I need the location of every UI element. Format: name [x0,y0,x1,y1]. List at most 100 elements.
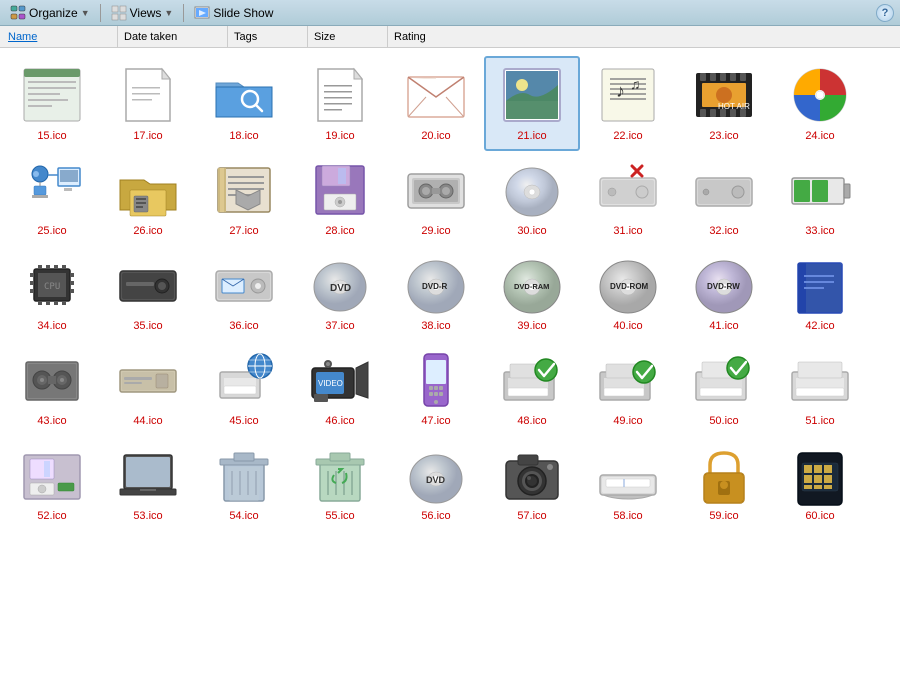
file-label-51: 51.ico [805,415,834,428]
file-item[interactable]: DVD 56.ico [388,436,484,531]
file-label-40: 40.ico [613,320,642,333]
file-icon-40: DVD-ROM [593,253,663,318]
file-icon-54 [209,443,279,508]
file-item[interactable]: 44.ico [100,341,196,436]
col-name[interactable]: Name [8,26,118,47]
file-label-58: 58.ico [613,510,642,523]
file-icon-20 [401,63,471,128]
file-item[interactable]: CPU 34.ico [4,246,100,341]
file-item[interactable]: 24.ico [772,56,868,151]
file-item[interactable]: 48.ico [484,341,580,436]
file-item[interactable]: ♪ ♫ 22.ico [580,56,676,151]
file-item[interactable]: 25.ico [4,151,100,246]
file-item[interactable]: 36.ico [196,246,292,341]
file-item[interactable]: 59.ico [676,436,772,531]
file-item[interactable]: 50.ico [676,341,772,436]
file-icon-24 [785,63,855,128]
file-item[interactable]: 29.ico [388,151,484,246]
file-label-54: 54.ico [229,510,258,523]
slideshow-button[interactable]: Slide Show [190,3,277,23]
file-item[interactable]: DVD-RAM 39.ico [484,246,580,341]
file-item[interactable]: 28.ico [292,151,388,246]
file-item[interactable]: HOT AIR 23.ico [676,56,772,151]
content-area: 15.ico 17.ico 18.ico 19.ico 20.ico [0,48,900,675]
file-item[interactable]: 19.ico [292,56,388,151]
file-label-20: 20.ico [421,130,450,143]
slideshow-label: Slide Show [213,6,273,20]
file-icon-56: DVD [401,443,471,508]
col-size[interactable]: Size [308,26,388,47]
file-item[interactable]: 53.ico [100,436,196,531]
file-item[interactable]: 26.ico [100,151,196,246]
file-item[interactable]: 54.ico [196,436,292,531]
file-item[interactable]: 52.ico [4,436,100,531]
file-icon-15 [17,63,87,128]
file-item[interactable]: 20.ico [388,56,484,151]
file-icon-44 [113,348,183,413]
file-item[interactable]: VIDEO 46.ico [292,341,388,436]
file-label-33: 33.ico [805,225,834,238]
file-item[interactable]: 21.ico [484,56,580,151]
file-item[interactable]: 51.ico [772,341,868,436]
file-item[interactable]: 32.ico [676,151,772,246]
file-item[interactable]: 58.ico [580,436,676,531]
file-icon-29 [401,158,471,223]
file-label-57: 57.ico [517,510,546,523]
help-button[interactable]: ? [876,4,894,22]
file-label-55: 55.ico [325,510,354,523]
file-icon-53 [113,443,183,508]
file-label-48: 48.ico [517,415,546,428]
organize-arrow: ▼ [81,8,90,18]
svg-text:♫: ♫ [630,78,641,93]
svg-text:DVD-ROM: DVD-ROM [610,282,649,291]
file-item[interactable]: 49.ico [580,341,676,436]
file-label-17: 17.ico [133,130,162,143]
file-label-37: 37.ico [325,320,354,333]
file-item[interactable]: 45.ico [196,341,292,436]
col-date[interactable]: Date taken [118,26,228,47]
file-label-45: 45.ico [229,415,258,428]
file-label-41: 41.ico [709,320,738,333]
file-item[interactable]: DVD-R 38.ico [388,246,484,341]
divider-1 [100,4,101,22]
svg-text:DVD-R: DVD-R [422,282,448,291]
file-icon-28 [305,158,375,223]
file-item[interactable]: 43.ico [4,341,100,436]
file-item[interactable]: 27.ico [196,151,292,246]
file-label-44: 44.ico [133,415,162,428]
file-icon-43 [17,348,87,413]
file-item[interactable]: DVD-RW 41.ico [676,246,772,341]
file-item[interactable]: 55.ico [292,436,388,531]
file-icon-30 [497,158,567,223]
svg-text:DVD-RAM: DVD-RAM [514,282,549,291]
col-rating[interactable]: Rating [388,26,468,47]
file-item[interactable]: 31.ico [580,151,676,246]
file-label-15: 15.ico [37,130,66,143]
file-item[interactable]: 35.ico [100,246,196,341]
file-item[interactable]: 15.ico [4,56,100,151]
col-tags[interactable]: Tags [228,26,308,47]
file-item[interactable]: 17.ico [100,56,196,151]
toolbar: Organize ▼ Views ▼ Slide Show ? [0,0,900,26]
file-item[interactable]: 33.ico [772,151,868,246]
file-item[interactable]: 30.ico [484,151,580,246]
views-button[interactable]: Views ▼ [107,3,178,23]
file-item[interactable]: 47.ico [388,341,484,436]
file-label-24: 24.ico [805,130,834,143]
file-item[interactable]: DVD 37.ico [292,246,388,341]
file-icon-59 [689,443,759,508]
file-label-31: 31.ico [613,225,642,238]
file-label-29: 29.ico [421,225,450,238]
file-item[interactable]: 57.ico [484,436,580,531]
organize-button[interactable]: Organize ▼ [6,3,94,23]
file-icon-34: CPU [17,253,87,318]
file-icon-37: DVD [305,253,375,318]
file-label-23: 23.ico [709,130,738,143]
file-icon-58 [593,443,663,508]
organize-icon [10,5,26,21]
file-item[interactable]: 42.ico [772,246,868,341]
file-item[interactable]: 18.ico [196,56,292,151]
file-item[interactable]: 60.ico [772,436,868,531]
file-item[interactable]: DVD-ROM 40.ico [580,246,676,341]
file-icon-18 [209,63,279,128]
